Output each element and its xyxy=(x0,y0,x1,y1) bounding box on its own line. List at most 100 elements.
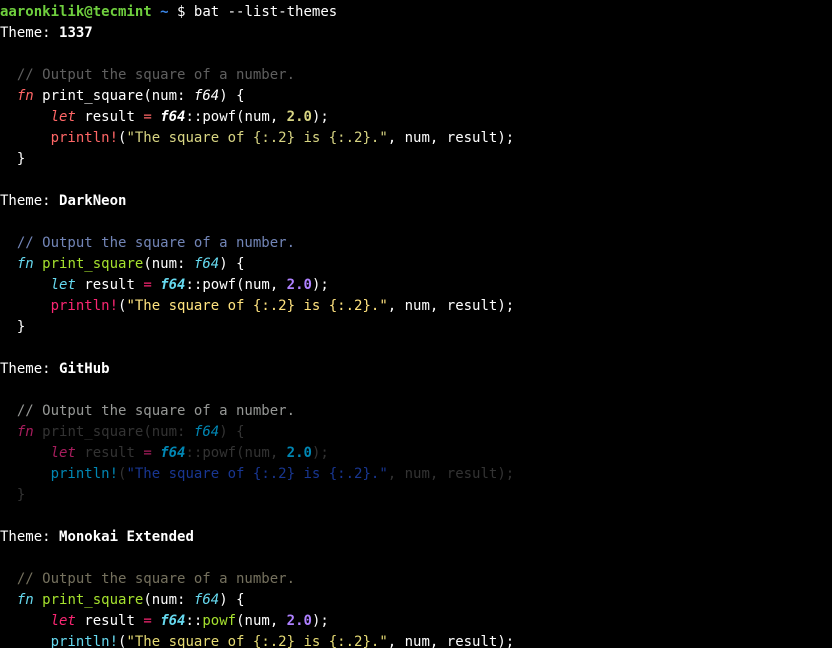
code-punct: , xyxy=(430,130,447,146)
theme-label: Theme: xyxy=(0,25,59,41)
code-punct: ( xyxy=(236,445,244,461)
code-punct: ; xyxy=(320,277,328,293)
code-keyword-fn: fn xyxy=(17,256,34,272)
code-fn-name: print_square xyxy=(42,592,143,608)
code-punct: ( xyxy=(236,277,244,293)
code-punct: : xyxy=(177,88,194,104)
theme-header: Theme: Monokai Extended xyxy=(0,527,832,548)
code-keyword-let: let xyxy=(51,613,76,629)
code-brace: } xyxy=(17,151,25,167)
code-punct: ) xyxy=(219,424,236,440)
code-type: f64 xyxy=(194,592,219,608)
code-punct: , xyxy=(430,634,447,648)
code-var: result xyxy=(84,445,135,461)
code-param: num xyxy=(152,88,177,104)
code-type: f64 xyxy=(194,256,219,272)
code-keyword-let: let xyxy=(51,445,76,461)
code-number: 2.0 xyxy=(287,445,312,461)
code-type: f64 xyxy=(194,424,219,440)
code-type: f64 xyxy=(160,109,185,125)
code-var: result xyxy=(84,277,135,293)
theme-code-sample: // Output the square of a number. fn pri… xyxy=(0,44,832,170)
code-string: "The square of {:.2} is {:.2}." xyxy=(126,634,387,648)
code-macro: println! xyxy=(51,298,118,314)
code-punct: ) xyxy=(219,88,236,104)
code-punct: , xyxy=(430,466,447,482)
code-punct: ; xyxy=(506,130,514,146)
code-punct: , xyxy=(388,634,405,648)
code-assign: = xyxy=(143,445,151,461)
code-punct: , xyxy=(388,298,405,314)
code-string: "The square of {:.2} is {:.2}." xyxy=(126,298,387,314)
code-var: result xyxy=(84,613,135,629)
code-punct: ( xyxy=(236,613,244,629)
theme-label: Theme: xyxy=(0,193,59,209)
theme-name: 1337 xyxy=(59,25,93,41)
command-text: bat --list-themes xyxy=(194,4,337,20)
terminal[interactable]: aaronkilik@tecmint ~ $ bat --list-themes… xyxy=(0,0,832,648)
theme-code-sample: // Output the square of a number. fn pri… xyxy=(0,380,832,506)
code-punct: , xyxy=(270,613,287,629)
code-punct: ; xyxy=(506,634,514,648)
code-punct: ) xyxy=(497,298,505,314)
code-arg: num xyxy=(405,130,430,146)
code-arg: num xyxy=(245,109,270,125)
code-punct: ( xyxy=(143,424,151,440)
code-assign: = xyxy=(143,277,151,293)
theme-label: Theme: xyxy=(0,361,59,377)
code-comment: // Output the square of a number. xyxy=(17,571,295,587)
code-punct: ; xyxy=(320,445,328,461)
code-fn-name: print_square xyxy=(42,256,143,272)
code-punct: : xyxy=(177,256,194,272)
theme-name: GitHub xyxy=(59,361,110,377)
code-type: f64 xyxy=(160,277,185,293)
theme-code-sample: // Output the square of a number. fn pri… xyxy=(0,212,832,338)
code-brace: { xyxy=(236,424,244,440)
code-arg: num xyxy=(245,277,270,293)
code-punct: ) xyxy=(497,466,505,482)
code-punct: :: xyxy=(186,277,203,293)
code-keyword-fn: fn xyxy=(17,592,34,608)
themes-output: Theme: 1337 // Output the square of a nu… xyxy=(0,23,832,648)
code-string: "The square of {:.2} is {:.2}." xyxy=(126,130,387,146)
code-keyword-let: let xyxy=(51,277,76,293)
code-method: powf xyxy=(202,613,236,629)
code-var: result xyxy=(84,109,135,125)
code-macro: println! xyxy=(51,634,118,648)
code-fn-name: print_square xyxy=(42,88,143,104)
code-punct: ; xyxy=(320,109,328,125)
code-punct: : xyxy=(177,424,194,440)
code-keyword-let: let xyxy=(51,109,76,125)
code-arg: num xyxy=(405,298,430,314)
code-punct: , xyxy=(270,277,287,293)
code-assign: = xyxy=(143,613,151,629)
code-punct: , xyxy=(270,445,287,461)
prompt-line: aaronkilik@tecmint ~ $ bat --list-themes xyxy=(0,4,337,20)
code-punct: ; xyxy=(506,466,514,482)
code-punct: ; xyxy=(506,298,514,314)
code-method: powf xyxy=(202,109,236,125)
code-method: powf xyxy=(202,277,236,293)
code-punct: ( xyxy=(143,592,151,608)
code-param: num xyxy=(152,256,177,272)
code-number: 2.0 xyxy=(287,613,312,629)
code-punct: :: xyxy=(186,109,203,125)
code-brace: { xyxy=(236,88,244,104)
code-param: num xyxy=(152,592,177,608)
code-punct: , xyxy=(388,130,405,146)
code-brace: } xyxy=(17,487,25,503)
theme-header: Theme: DarkNeon xyxy=(0,191,832,212)
code-brace: } xyxy=(17,319,25,335)
code-arg: result xyxy=(447,130,498,146)
code-punct: ( xyxy=(236,109,244,125)
code-punct: ) xyxy=(219,256,236,272)
theme-header: Theme: GitHub xyxy=(0,359,832,380)
code-keyword-fn: fn xyxy=(17,88,34,104)
prompt-dollar: $ xyxy=(177,4,185,20)
code-punct: :: xyxy=(186,613,203,629)
code-method: powf xyxy=(202,445,236,461)
theme-name: Monokai Extended xyxy=(59,529,194,545)
code-number: 2.0 xyxy=(287,109,312,125)
code-punct: :: xyxy=(186,445,203,461)
code-comment: // Output the square of a number. xyxy=(17,67,295,83)
